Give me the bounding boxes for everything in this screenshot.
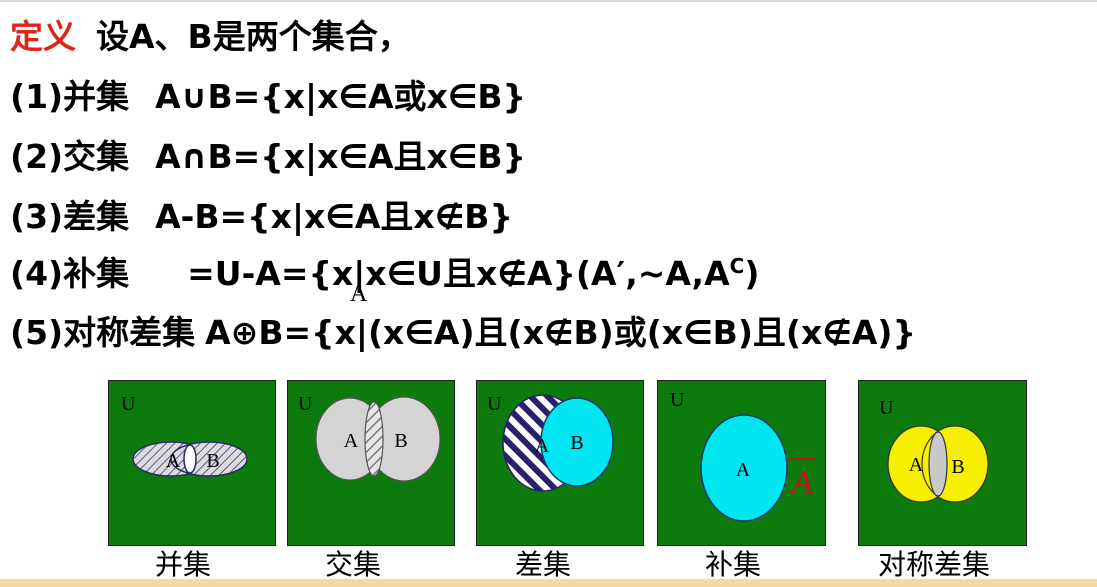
item-label: (3)差集: [10, 197, 130, 236]
item-label: (1)并集: [10, 77, 130, 116]
caption-difference: 差集: [515, 548, 572, 581]
item-formula-end: ): [744, 254, 760, 293]
caption-intersection: 交集: [325, 548, 382, 581]
venn-intersection: U A B: [287, 380, 455, 546]
set-a-label: A: [166, 450, 181, 472]
set-b-label: B: [206, 450, 219, 472]
item-union: (1)并集 A∪B={x|x∈A或x∈B}: [10, 80, 526, 113]
overlap-shape: [364, 401, 384, 477]
venn-union: U A B: [108, 380, 276, 546]
set-b-label: B: [951, 456, 964, 478]
universe-label: U: [879, 397, 894, 419]
overlap-shape: [928, 431, 948, 497]
universe-label: U: [121, 393, 136, 415]
complement-label: A: [790, 464, 813, 501]
bottom-rule: [0, 579, 1097, 587]
item-formula: A∩B={x|x∈A且x∈B}: [155, 137, 527, 176]
overlap-shape: [183, 444, 197, 474]
venn-complement: U A A: [657, 380, 826, 546]
definition-keyword: 定义: [10, 17, 76, 56]
set-b-label: B: [570, 432, 583, 454]
universe-label: U: [670, 389, 685, 411]
item-label: (5)对称差集: [10, 313, 196, 352]
item-formula: A⊕B={x|(x∈A)且(x∉B)或(x∈B)且(x∉A)}: [205, 313, 916, 352]
definition-line: 定义 设A、B是两个集合，: [10, 20, 411, 53]
item-intersection: (2)交集 A∩B={x|x∈A且x∈B}: [10, 140, 526, 173]
set-a-label: A: [535, 435, 550, 457]
item-formula-sup: C: [729, 254, 745, 278]
caption-union: 并集: [155, 548, 212, 581]
top-rule: [0, 0, 1097, 2]
item-label: (4)补集: [10, 254, 130, 293]
item-symmetric-difference: (5)对称差集 A⊕B={x|(x∈A)且(x∉B)或(x∈B)且(x∉A)}: [10, 316, 916, 349]
universe-label: U: [487, 393, 502, 415]
venn-symmetric-difference: U A B: [858, 380, 1027, 546]
set-a-label: A: [344, 430, 359, 452]
set-a-label: A: [909, 454, 924, 476]
definition-intro: 设A、B是两个集合，: [96, 17, 411, 56]
complement-subscript: A: [350, 281, 368, 307]
item-formula: A-B={x|x∈A且x∉B}: [155, 197, 513, 236]
set-a-label: A: [736, 459, 751, 481]
venn-difference: U A B: [476, 380, 644, 546]
caption-symmetric-difference: 对称差集: [878, 548, 991, 581]
item-formula: =U-A={x|x∈U且x∉A}(A′,~A,A: [187, 254, 730, 293]
item-formula: A∪B={x|x∈A或x∈B}: [155, 77, 527, 116]
item-difference: (3)差集 A-B={x|x∈A且x∉B}: [10, 200, 513, 233]
caption-complement: 补集: [705, 548, 762, 581]
item-complement: (4)补集 =U-A={x|x∈U且x∉A}(A′,~A,AC): [10, 256, 759, 290]
set-b-label: B: [394, 430, 407, 452]
item-label: (2)交集: [10, 137, 130, 176]
universe-label: U: [298, 393, 313, 415]
